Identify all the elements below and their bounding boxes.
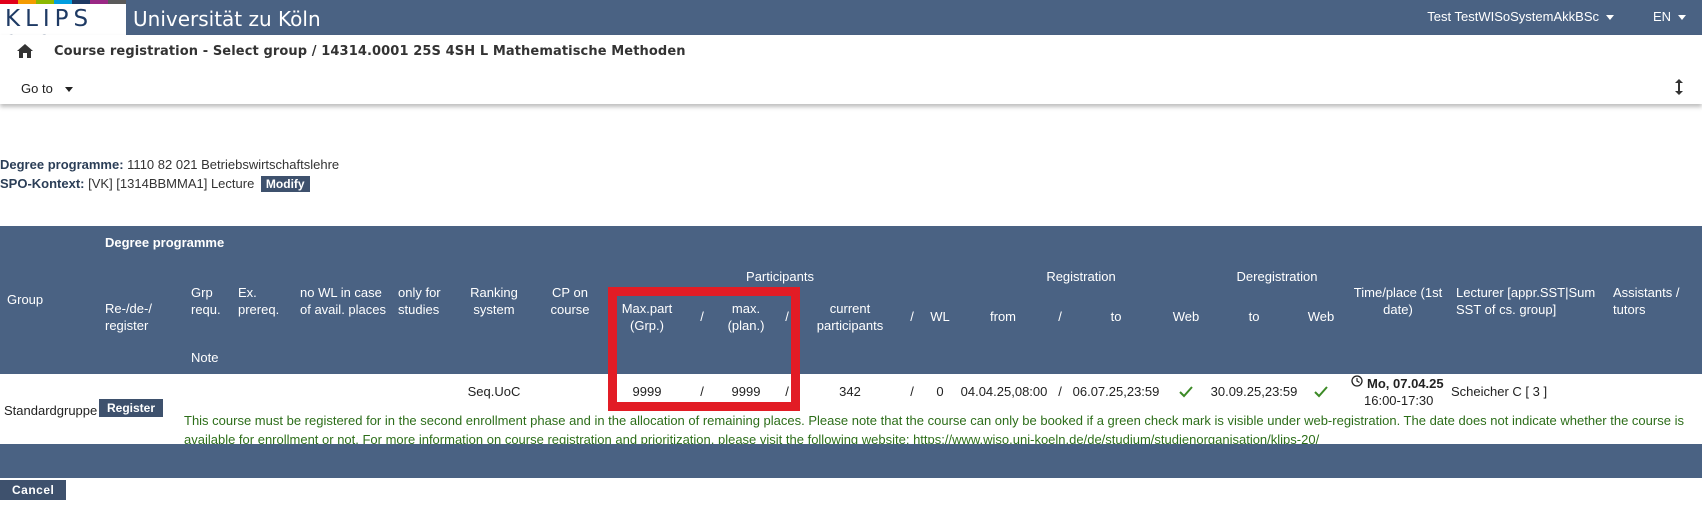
row-lecturer[interactable]: Scheicher C [ 3 ] [1451,383,1547,400]
logo-stripes [0,0,126,4]
spo-context-line: SPO-Kontext: [VK] [1314BBMMA1] Lecture M… [0,174,339,193]
user-name: Test TestWISoSystemAkkBSc [1427,9,1599,24]
col-dereg-to: to [1248,309,1260,324]
col-ranking: Ranking system [470,285,518,317]
check-icon [1314,386,1328,398]
col-only-for: only for studies [398,285,441,317]
row-slash: / [1058,384,1062,399]
row-wl: 0 [936,384,944,399]
col-slash: / [910,309,914,324]
row-date: Mo, 07.04.25 [1367,376,1444,391]
col-group: Group [7,292,44,307]
cancel-button[interactable]: Cancel [0,480,67,500]
degree-value: 1110 82 021 Betriebswirtschaftslehre [123,157,340,172]
row-time: 16:00-17:30 [1364,393,1434,408]
col-no-wl: no WL in case of avail. places [300,285,386,317]
col-reg-from: from [990,309,1016,324]
col-assistants: Assistants / tutors [1613,285,1680,317]
row-slash: / [910,384,914,399]
col-slash: / [1058,309,1062,324]
col-reg-web: Web [1172,309,1200,324]
degree-programme-line: Degree programme: 1110 82 021 Betriebswi… [0,155,339,174]
top-bar: KLIPS 2.0 Universität zu Köln Test TestW… [0,0,1702,58]
row-group: Standardgruppe [4,403,98,418]
col-dereg-web: Web [1307,309,1335,324]
user-menu[interactable]: Test TestWISoSystemAkkBSc [1427,9,1614,24]
col-ex-prereq: Ex. prereq. [238,285,280,317]
col-current: current participants [816,301,884,333]
language-label: EN [1652,9,1671,24]
goto-menu[interactable]: Go to [21,81,73,96]
course-info: Degree programme: 1110 82 021 Betriebswi… [0,155,339,193]
col-participants: Participants [746,269,814,284]
col-lecturer: Lecturer [appr.SST|Sum SST of cs. group] [1456,285,1596,317]
table-footer [0,444,1702,478]
row-reg-to: 06.07.25,23:59 [1072,384,1160,399]
caret-down-icon [64,87,73,93]
header-panel: Course registration - Select group / 143… [0,35,1702,104]
col-deregistration: Deregistration [1236,269,1318,284]
clock-icon [1351,375,1363,387]
expand-vertical-icon[interactable] [1675,79,1683,95]
col-wl: WL [930,309,950,324]
col-time-place: Time/place (1st date) [1353,285,1443,317]
col-reg-to: to [1110,309,1122,324]
row-reg-from: 04.04.25,08:00 [960,384,1048,399]
home-icon[interactable] [17,44,33,58]
check-icon [1179,386,1193,398]
col-grp-requ: Grp requ. [191,285,221,317]
breadcrumb: Course registration - Select group / 143… [54,44,686,59]
row-dereg-to: 30.09.25,23:59 [1210,384,1298,399]
col-register: Re-/de-/ register [105,301,152,333]
goto-label: Go to [21,81,53,96]
row-current: 342 [839,384,861,399]
university-name: Universität zu Köln [133,7,321,31]
degree-label: Degree programme: [0,157,124,172]
col-cp: CP on course [550,285,590,317]
register-button[interactable]: Register [99,399,164,417]
modify-button[interactable]: Modify [260,176,310,192]
caret-down-icon [1606,15,1614,21]
caret-down-icon [1678,15,1686,21]
row-ranking: Seq.UoC [467,384,521,399]
klips-logo[interactable]: KLIPS 2.0 [0,0,126,58]
spo-value: [VK] [1314BBMMA1] Lecture [84,176,258,191]
col-registration: Registration [1046,269,1116,284]
spo-label: SPO-Kontext: [0,176,85,191]
language-menu[interactable]: EN [1653,9,1686,24]
highlight-box [608,287,800,411]
col-note: Note [191,350,219,365]
col-degree-programme: Degree programme [105,235,225,250]
